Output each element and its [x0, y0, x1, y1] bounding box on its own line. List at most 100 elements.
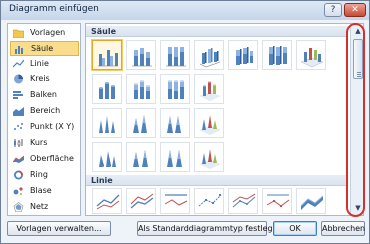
sidebar-item-saeule[interactable]: Säule: [10, 41, 79, 56]
clustered-pyramid-icon: [99, 151, 116, 167]
sidebar-item-balken[interactable]: Balken: [10, 88, 79, 103]
line-chart-icon: [13, 59, 24, 68]
chart-gallery: Säule Linie ▲ ▼: [85, 23, 364, 216]
clustered-column-icon: [98, 50, 118, 67]
sidebar-item-label: Vorlagen: [30, 28, 66, 37]
stacked-cylinder-icon: [134, 80, 150, 99]
help-button[interactable]: ?: [324, 3, 342, 17]
3d-cylinder-icon: [199, 81, 221, 101]
stacked-line-icon: [130, 193, 154, 209]
chart-thumb-3d-line[interactable]: [296, 188, 326, 214]
chart-thumb-100-stacked-line[interactable]: [160, 188, 190, 214]
3d-pyramid-icon: [199, 149, 221, 169]
3d-column-icon: [300, 48, 324, 68]
column-chart-icon: [15, 46, 23, 54]
scrollbar-highlight-annotation: [346, 23, 365, 217]
surface-chart-icon: [13, 155, 24, 163]
cancel-button[interactable]: Abbrechen: [321, 221, 365, 236]
3d-percent-stacked-column-icon: [269, 46, 287, 65]
bar-chart-icon: [13, 91, 23, 99]
chart-thumb-100-stacked-pyramid[interactable]: [160, 142, 190, 172]
sidebar-item-label: Punkt (X Y): [30, 122, 75, 131]
insert-chart-dialog: Diagramm einfügen ? ✕ Vorlagen Säule Lin…: [0, 0, 370, 244]
pie-chart-icon: [14, 74, 23, 84]
chart-thumb-3d-100-stacked-column[interactable]: [262, 40, 292, 70]
sidebar-item-oberflaeche[interactable]: Oberfläche: [10, 152, 79, 167]
section-title: Säule: [91, 27, 117, 36]
percent-stacked-pyramid-icon: [167, 150, 182, 167]
sidebar-item-blase[interactable]: Blase: [10, 184, 79, 199]
sidebar-item-label: Säule: [31, 44, 54, 53]
scatter-chart-icon: [14, 123, 23, 130]
title-bar: Diagramm einfügen ? ✕: [1, 1, 369, 20]
chart-thumb-stacked-cone[interactable]: [126, 108, 156, 138]
chart-thumb-100-stacked-cylinder[interactable]: [160, 74, 190, 104]
percent-stacked-cylinder-icon: [168, 80, 184, 99]
radar-chart-icon: [13, 202, 24, 212]
stacked-pyramid-icon: [133, 150, 148, 167]
chart-thumb-clustered-cylinder[interactable]: [92, 74, 122, 104]
sidebar-item-label: Balken: [30, 90, 57, 99]
chart-thumb-100-stacked-column[interactable]: [160, 40, 190, 70]
sidebar-item-label: Kreis: [30, 74, 50, 83]
sidebar-item-label: Ring: [30, 170, 48, 179]
chart-thumb-3d-stacked-column[interactable]: [228, 40, 258, 70]
section-header-linie: Linie: [86, 175, 348, 186]
sidebar-item-punkt[interactable]: Punkt (X Y): [10, 120, 79, 135]
line-markers-icon: [198, 194, 222, 207]
manage-templates-button[interactable]: Vorlagen verwalten...: [7, 221, 111, 236]
chart-thumb-clustered-pyramid[interactable]: [92, 142, 122, 172]
chart-thumb-stacked-line[interactable]: [126, 188, 156, 214]
chart-thumb-stacked-column[interactable]: [126, 40, 156, 70]
stock-chart-icon: [14, 139, 23, 147]
sidebar-item-kurs[interactable]: Kurs: [10, 136, 79, 151]
chart-thumb-3d-column[interactable]: [296, 40, 326, 70]
3d-line-icon: [300, 195, 324, 210]
chart-thumb-100-stacked-cone[interactable]: [160, 108, 190, 138]
ok-button[interactable]: OK: [273, 221, 317, 236]
sidebar-item-kreis[interactable]: Kreis: [10, 72, 79, 87]
sidebar-item-label: Bereich: [30, 106, 61, 115]
sidebar-item-label: Oberfläche: [30, 154, 74, 163]
chart-thumb-clustered-cone[interactable]: [92, 108, 122, 138]
percent-stacked-cone-icon: [167, 116, 181, 133]
chart-thumb-100-stacked-line-markers[interactable]: [262, 188, 292, 214]
sidebar-item-label: Blase: [30, 186, 52, 195]
percent-stacked-line-markers-icon: [266, 194, 290, 207]
sidebar-item-label: Netz: [30, 202, 49, 211]
window-title: Diagramm einfügen: [9, 4, 99, 14]
percent-stacked-column-icon: [166, 47, 186, 67]
sidebar-item-label: Linie: [30, 59, 49, 68]
chart-thumb-3d-cylinder[interactable]: [194, 74, 224, 104]
chart-thumb-3d-cone[interactable]: [194, 108, 224, 138]
percent-stacked-line-icon: [164, 194, 188, 206]
3d-stacked-column-icon: [236, 47, 253, 65]
chart-thumb-line-markers[interactable]: [194, 188, 224, 214]
sidebar-item-netz[interactable]: Netz: [10, 200, 79, 215]
set-default-chart-button[interactable]: Als Standarddiagrammtyp festlegen: [137, 221, 283, 236]
chart-type-list: Vorlagen Säule Linie Kreis Balken Bereic…: [7, 23, 81, 216]
doughnut-chart-icon: [14, 170, 23, 180]
stacked-cone-icon: [133, 115, 147, 133]
sidebar-item-vorlagen[interactable]: Vorlagen: [10, 26, 79, 41]
folder-icon: [13, 29, 24, 38]
section-title: Linie: [91, 176, 113, 185]
clustered-cone-icon: [99, 116, 115, 133]
close-button[interactable]: ✕: [344, 3, 366, 17]
bubble-chart-icon: [13, 187, 23, 195]
chart-thumb-stacked-line-markers[interactable]: [228, 188, 258, 214]
chart-thumb-3d-clustered-column[interactable]: [194, 40, 224, 70]
section-header-saeule: Säule: [86, 26, 348, 37]
area-chart-icon: [13, 107, 24, 116]
chart-thumb-3d-pyramid[interactable]: [194, 142, 224, 172]
line-icon: [96, 194, 120, 210]
stacked-column-icon: [132, 48, 152, 67]
chart-thumb-stacked-pyramid[interactable]: [126, 142, 156, 172]
sidebar-item-linie[interactable]: Linie: [10, 57, 79, 72]
clustered-cylinder-icon: [99, 82, 115, 99]
chart-thumb-clustered-column[interactable]: [92, 40, 122, 70]
chart-thumb-line[interactable]: [92, 188, 122, 214]
chart-thumb-stacked-cylinder[interactable]: [126, 74, 156, 104]
sidebar-item-bereich[interactable]: Bereich: [10, 104, 79, 119]
sidebar-item-ring[interactable]: Ring: [10, 168, 79, 183]
